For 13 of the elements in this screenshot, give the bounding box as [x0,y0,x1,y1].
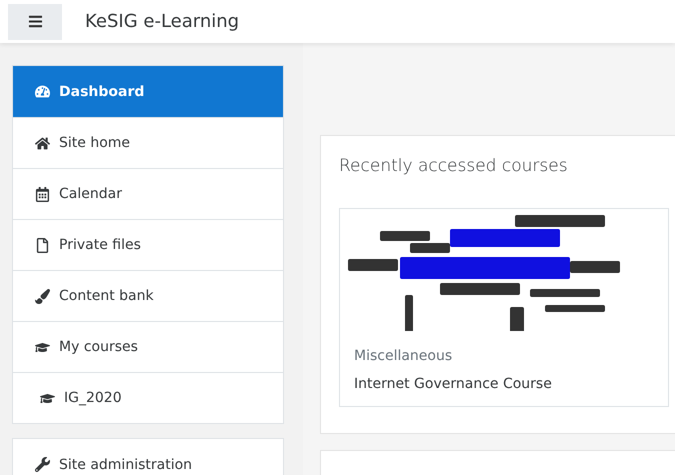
nav-item[interactable]: Dashboard [13,66,283,117]
course-link[interactable]: Internet Governance Course [354,376,552,392]
brush-icon [35,288,50,304]
menu-icon [28,14,42,29]
menu-button[interactable] [8,4,62,40]
calendar-icon [35,186,50,202]
wrench-icon [35,457,50,472]
site-title: KeSIG e-Learning [85,11,240,32]
course-category: Miscellaneous [354,348,454,364]
file-icon [35,238,50,252]
gauge-icon [35,84,50,99]
home-icon [35,136,50,150]
section-title: Recently accessed courses [339,156,569,176]
